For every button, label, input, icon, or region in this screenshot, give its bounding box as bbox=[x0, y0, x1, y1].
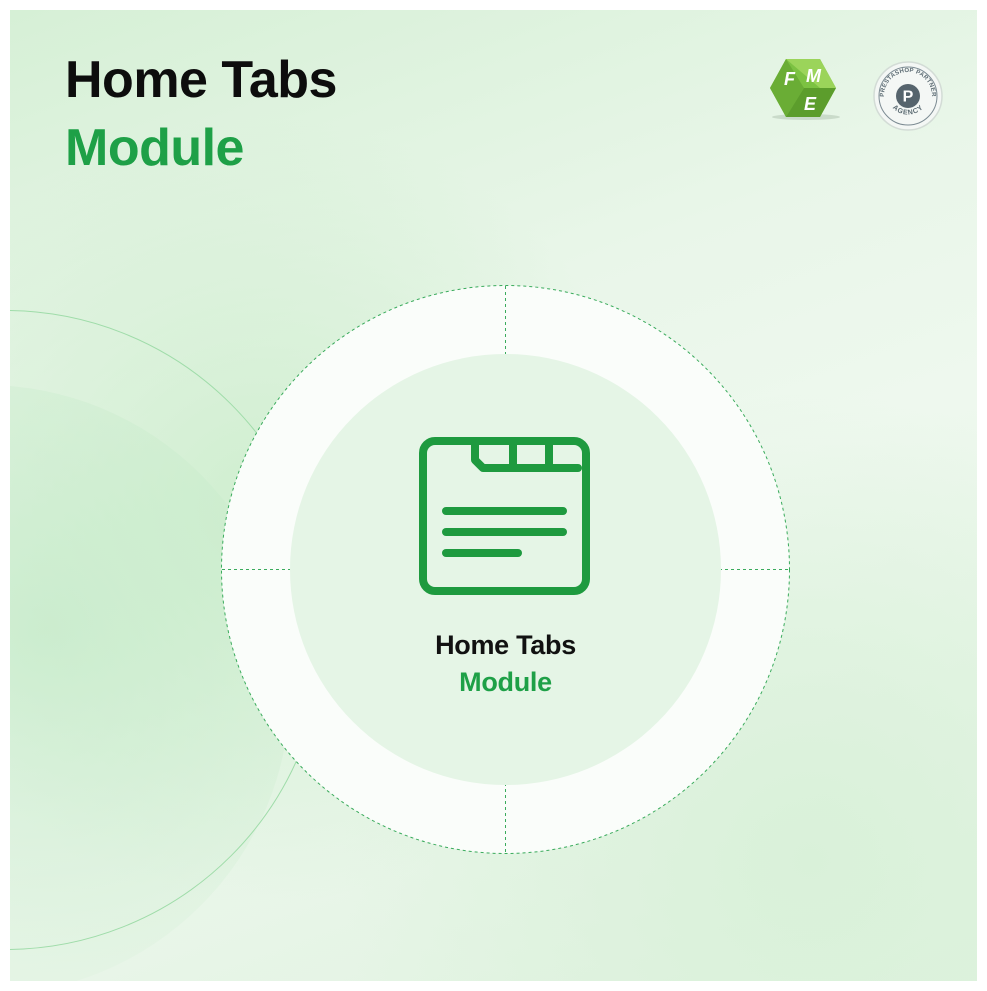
prestashop-partner-badge-icon: PRESTASHOP PARTNER AGENCY P bbox=[872, 60, 944, 132]
module-label-title: Home Tabs bbox=[435, 630, 576, 660]
product-banner: Home Tabs Module F M E PRESTASHOP PARTNE… bbox=[10, 10, 977, 981]
svg-text:E: E bbox=[804, 94, 817, 114]
fme-cube-logo-icon: F M E bbox=[766, 55, 844, 121]
svg-text:P: P bbox=[903, 89, 914, 106]
svg-text:F: F bbox=[784, 69, 796, 89]
page-subtitle: Module bbox=[65, 119, 244, 177]
svg-text:M: M bbox=[806, 66, 822, 86]
page-title: Home Tabs bbox=[65, 51, 337, 109]
center-medallion: Home Tabs Module bbox=[220, 284, 791, 855]
inner-circle: Home Tabs Module bbox=[290, 354, 721, 785]
home-tabs-window-icon bbox=[418, 436, 591, 596]
module-label-subtitle: Module bbox=[459, 667, 552, 697]
